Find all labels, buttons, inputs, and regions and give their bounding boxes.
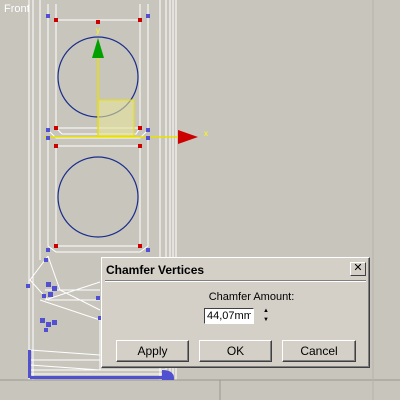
lower-circle [57,156,139,238]
close-icon[interactable]: ✕ [350,262,366,276]
viewport-label[interactable]: Front [4,3,30,15]
gizmo-x-arrow-icon[interactable] [178,130,198,144]
apply-button[interactable]: Apply [116,340,189,362]
chamfer-vertices-dialog: Chamfer Vertices ✕ Chamfer Amount: ▲ ▼ A… [101,257,370,368]
title-divider [105,280,366,282]
spinner-up-icon[interactable]: ▲ [260,307,272,315]
svg-text:y: y [96,26,100,35]
chamfer-amount-label: Chamfer Amount: [208,291,295,303]
chamfer-amount-input[interactable] [204,308,254,324]
ok-button[interactable]: OK [199,340,272,362]
cancel-button[interactable]: Cancel [282,340,356,362]
gizmo-plane-handle[interactable] [97,99,135,137]
svg-text:x: x [204,129,208,138]
gizmo-y-arrow-icon[interactable] [92,38,104,58]
spinner-down-icon[interactable]: ▼ [260,316,272,324]
dialog-title: Chamfer Vertices [106,263,205,277]
chamfer-amount-spinner[interactable]: ▲ ▼ [260,307,272,324]
